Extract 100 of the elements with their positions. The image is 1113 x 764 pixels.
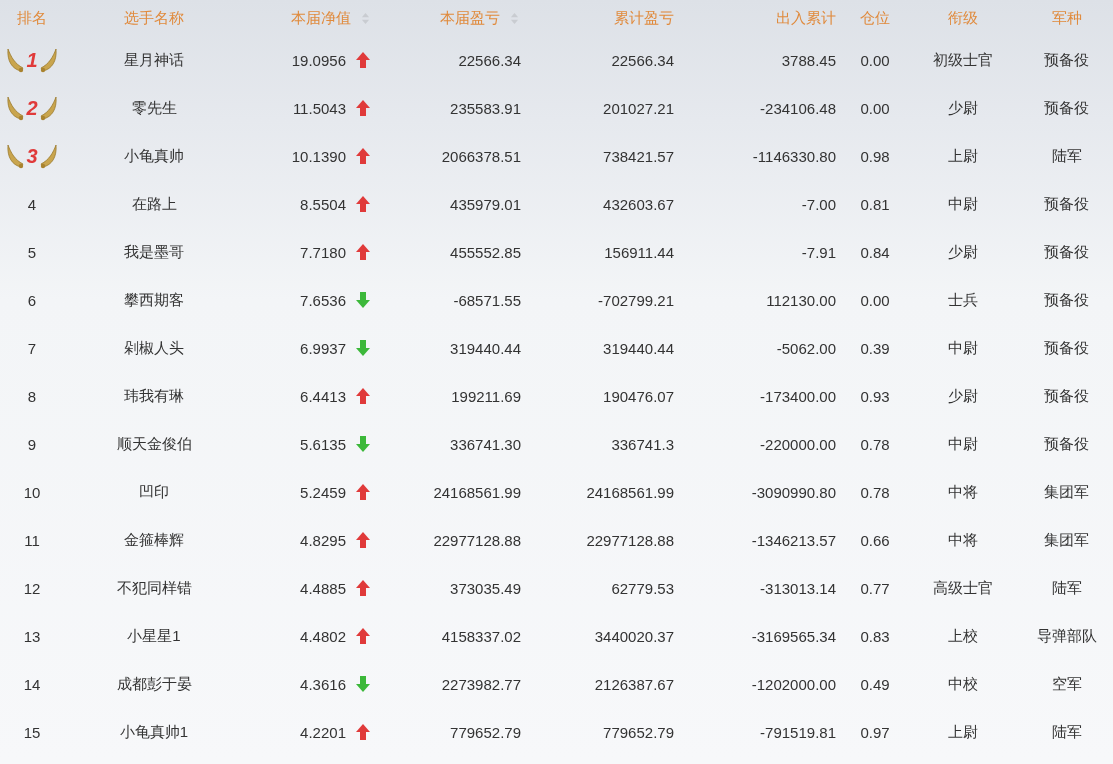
table-cell: 0.00 [860, 99, 890, 117]
table-cell: 199211.69 [451, 387, 521, 405]
column-header[interactable]: 本届盈亏 [440, 8, 500, 28]
player-name: 剁椒人头 [124, 338, 184, 358]
laurel-icon [39, 95, 58, 121]
sort-icon[interactable] [510, 11, 519, 25]
table-cell: 高级士官 [932, 578, 993, 598]
table-cell: 435979.01 [450, 195, 521, 213]
table-cell: 62779.53 [611, 579, 674, 597]
table-cell: 预备役 [1044, 386, 1089, 406]
net-value: 6.4413 [300, 387, 346, 405]
player-name: 零先生 [131, 98, 177, 118]
table-cell: 373035.49 [450, 579, 521, 597]
table-cell: 190476.07 [603, 387, 674, 405]
table-cell: 0.00 [860, 51, 890, 69]
table-cell: 112130.00 [766, 291, 836, 309]
column-header: 出入累计 [776, 8, 836, 28]
table-cell: 22977128.88 [433, 531, 521, 549]
table-cell: 中尉 [947, 338, 978, 358]
column-header[interactable]: 本届净值 [291, 8, 351, 28]
table-cell: 导弹部队 [1036, 626, 1097, 646]
table-cell: -7.91 [801, 243, 836, 261]
table-cell: 432603.67 [603, 195, 674, 213]
table-cell: 24168561.99 [433, 483, 521, 501]
rank-number: 12 [23, 579, 41, 597]
rank-number: 6 [27, 291, 37, 309]
player-name: 攀西期客 [124, 290, 184, 310]
table-cell: 2126387.67 [594, 675, 674, 693]
rank-number: 1 [26, 48, 38, 72]
table-cell: 预备役 [1044, 338, 1089, 358]
table-cell: 预备役 [1044, 434, 1089, 454]
table-cell: -3090990.80 [751, 483, 836, 501]
player-name: 不犯同样错 [116, 578, 192, 598]
table-cell: 0.66 [860, 531, 890, 549]
table-cell: 22977128.88 [586, 531, 674, 549]
table-cell: 779652.79 [450, 723, 521, 741]
column-header: 衔级 [947, 8, 978, 28]
net-value: 4.3616 [300, 675, 346, 693]
net-value: 5.6135 [300, 435, 346, 453]
table-cell: 0.00 [860, 291, 890, 309]
player-name: 小星星1 [127, 626, 181, 646]
rank-number: 4 [27, 195, 37, 213]
table-cell: -1346213.57 [751, 531, 836, 549]
rank-number: 11 [24, 531, 40, 549]
sort-icon[interactable] [361, 11, 370, 25]
table-cell: 预备役 [1044, 50, 1089, 70]
laurel-icon [39, 143, 58, 169]
table-cell: 0.78 [860, 483, 890, 501]
table-cell: 0.78 [860, 435, 890, 453]
table-cell: -1202000.00 [751, 675, 836, 693]
player-name: 我是墨哥 [124, 242, 184, 262]
table-cell: 336741.3 [611, 435, 674, 453]
table-cell: 预备役 [1044, 98, 1089, 118]
table-cell: 0.97 [860, 723, 890, 741]
table-cell: 中尉 [947, 434, 978, 454]
table-cell: -5062.00 [776, 339, 836, 357]
rank-number: 8 [27, 387, 37, 405]
net-value: 19.0956 [291, 51, 346, 69]
table-cell: -68571.55 [453, 291, 521, 309]
table-cell: 中将 [947, 530, 978, 550]
table-cell: 201027.21 [603, 99, 674, 117]
table-cell: 上尉 [947, 146, 978, 166]
rank-number: 7 [27, 339, 37, 357]
table-cell: 上校 [947, 626, 978, 646]
table-cell: 2273982.77 [441, 675, 521, 693]
table-cell: 0.77 [860, 579, 890, 597]
rank-number: 9 [27, 435, 37, 453]
laurel-icon [6, 143, 25, 169]
table-cell: 235583.91 [450, 99, 521, 117]
table-cell: 少尉 [947, 242, 978, 262]
table-cell: 上尉 [947, 722, 978, 742]
net-value: 5.2459 [300, 483, 346, 501]
table-cell: 集团军 [1044, 530, 1089, 550]
rank-number: 3 [26, 144, 38, 168]
laurel-icon [6, 47, 25, 73]
table-cell: 3788.45 [781, 51, 836, 69]
table-cell: -220000.00 [760, 435, 836, 453]
table-cell: 预备役 [1044, 242, 1089, 262]
net-value: 11.5043 [292, 99, 346, 117]
player-name: 星月神话 [124, 50, 184, 70]
rank-number: 14 [23, 675, 41, 693]
player-name: 成都彭于晏 [116, 674, 192, 694]
player-name: 顺天金俊伯 [116, 434, 192, 454]
table-cell: 0.49 [860, 675, 890, 693]
net-value: 4.4885 [300, 579, 346, 597]
rank-number: 2 [26, 96, 38, 120]
table-cell: 集团军 [1044, 482, 1089, 502]
table-cell: 士兵 [947, 290, 978, 310]
table-cell: -3169565.34 [751, 627, 836, 645]
net-value: 6.9937 [300, 339, 346, 357]
table-cell: 中将 [947, 482, 978, 502]
laurel-icon [39, 47, 58, 73]
table-cell: 4158337.02 [441, 627, 521, 645]
table-cell: 0.83 [860, 627, 890, 645]
table-cell: 中校 [947, 674, 978, 694]
table-cell: 336741.30 [450, 435, 521, 453]
table-cell: 0.81 [860, 195, 890, 213]
table-cell: 0.39 [860, 339, 890, 357]
table-cell: 2066378.51 [441, 147, 521, 165]
net-value: 4.8295 [300, 531, 346, 549]
